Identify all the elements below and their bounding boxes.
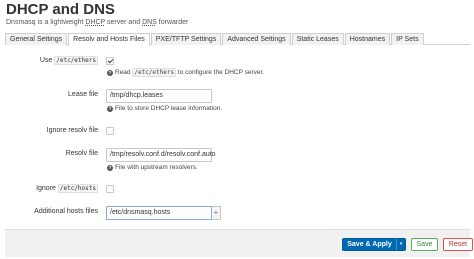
help-text: Read: [115, 69, 133, 76]
use-ethers-label: Use /etc/ethers: [39, 56, 98, 65]
additional-hosts-row: Additional hosts files /etc/dnsmasq.host…: [0, 206, 474, 220]
save-apply-button[interactable]: Save & Apply: [342, 238, 396, 251]
dns-abbr: DNS: [142, 19, 157, 26]
tab-advanced-settings[interactable]: Advanced Settings: [222, 33, 291, 45]
tab-pxe-tftp-settings[interactable]: PXE/TFTP Settings: [150, 33, 222, 45]
help-text: File with upstream resolvers.: [115, 164, 198, 171]
ignore-hosts-label: Ignore /etc/hosts: [36, 184, 98, 193]
tab-hostnames[interactable]: Hostnames: [344, 33, 391, 45]
tab-resolv-hosts-files[interactable]: Resolv and Hosts Files: [68, 33, 150, 46]
page-title: DHCP and DNS: [6, 1, 115, 18]
action-footer: Save & Apply ▾ Save Reset: [5, 229, 473, 257]
label-text: Use: [39, 57, 55, 64]
help-text: File to store DHCP lease information.: [115, 105, 223, 112]
ignore-hosts-checkbox[interactable]: [106, 185, 114, 193]
tab-general-settings[interactable]: General Settings: [5, 33, 68, 45]
lease-file-label: Lease file: [68, 91, 98, 98]
tab-static-leases[interactable]: Static Leases: [291, 33, 344, 45]
lease-file-input[interactable]: /tmp/dhcp.leases: [106, 89, 212, 103]
resolv-file-row: Resolv file /tmp/resolv.conf.d/resolv.co…: [0, 148, 474, 162]
lease-file-help: ? File to store DHCP lease information.: [107, 105, 222, 112]
help-text: to configure the DHCP server.: [176, 69, 265, 76]
code-path: /etc/hosts: [57, 184, 98, 193]
apply-dropdown-button[interactable]: ▾: [396, 238, 406, 251]
help-icon: ?: [107, 165, 113, 171]
dhcp-abbr: DHCP: [85, 19, 106, 26]
add-hosts-file-button[interactable]: +: [212, 206, 221, 220]
page-description: Dnsmasq is a lightweight DHCP server and…: [6, 19, 188, 26]
additional-hosts-label: Additional hosts files: [34, 208, 98, 215]
additional-hosts-input[interactable]: /etc/dnsmasq.hosts: [106, 206, 212, 220]
resolv-file-help: ? File with upstream resolvers.: [107, 164, 198, 171]
use-ethers-row: Use /etc/ethers: [0, 55, 474, 69]
tab-ip-sets[interactable]: IP Sets: [391, 33, 424, 45]
resolv-file-input[interactable]: /tmp/resolv.conf.d/resolv.conf.auto: [106, 148, 216, 162]
ignore-resolv-row: Ignore resolv file: [0, 125, 474, 139]
lease-file-row: Lease file /tmp/dhcp.leases: [0, 89, 474, 103]
use-ethers-help: ? Read /etc/ethers to configure the DHCP …: [107, 68, 265, 77]
ignore-resolv-checkbox[interactable]: [106, 127, 114, 135]
use-ethers-checkbox[interactable]: [106, 57, 114, 65]
code-path: /etc/ethers: [132, 68, 177, 77]
label-text: Ignore: [36, 185, 58, 192]
description-text: server and: [105, 19, 143, 26]
code-path: /etc/ethers: [54, 56, 98, 65]
reset-button[interactable]: Reset: [443, 238, 473, 251]
help-icon: ?: [107, 106, 113, 112]
ignore-resolv-label: Ignore resolv file: [46, 127, 98, 134]
save-button[interactable]: Save: [411, 238, 438, 251]
resolv-file-label: Resolv file: [65, 150, 98, 157]
description-text: Dnsmasq is a lightweight: [6, 19, 86, 26]
ignore-hosts-row: Ignore /etc/hosts: [0, 183, 474, 197]
tab-bar: General Settings Resolv and Hosts Files …: [5, 33, 470, 46]
description-text: forwarder: [156, 19, 189, 26]
help-icon: ?: [107, 70, 113, 76]
